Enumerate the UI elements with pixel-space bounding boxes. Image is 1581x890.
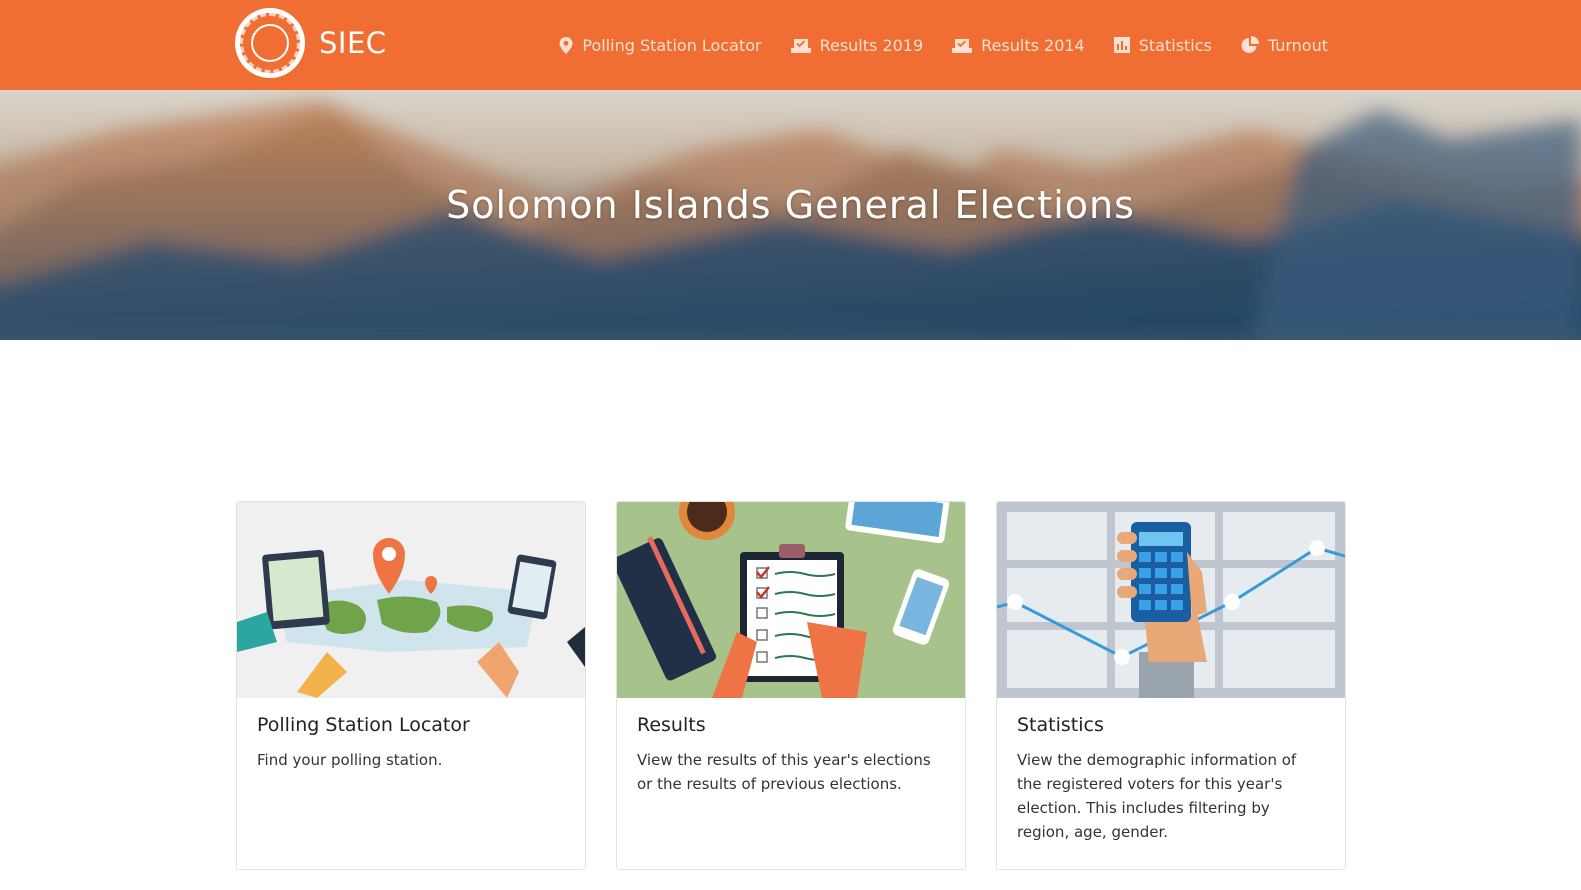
card-text: View the demographic information of the … (1017, 751, 1297, 841)
brand-home-link[interactable]: SIEC (235, 8, 387, 78)
nav-results-2019[interactable]: Results 2019 (790, 35, 924, 55)
card-text: Find your polling station. (257, 751, 443, 769)
siec-logo (235, 8, 305, 78)
map-marker-icon (559, 36, 573, 54)
calculator-graph-illustration (997, 502, 1345, 698)
nav-label: Results 2019 (819, 35, 924, 55)
card-title: Statistics (1017, 714, 1104, 736)
card-text: View the results of this year's election… (637, 751, 931, 793)
brand-name: SIEC (319, 26, 387, 60)
card-polling-station-locator[interactable]: Polling Station Locator Find your pollin… (236, 501, 586, 870)
world-map-illustration (237, 502, 585, 698)
pie-chart-icon (1241, 36, 1259, 53)
nav-label: Statistics (1138, 35, 1212, 55)
ballot-box-icon (790, 39, 811, 53)
nav-turnout[interactable]: Turnout (1241, 36, 1328, 55)
nav-label: Results 2014 (981, 35, 1085, 55)
card-statistics[interactable]: Statistics View the demographic informat… (996, 501, 1346, 870)
bar-chart-icon (1113, 37, 1130, 53)
main-nav: Polling Station Locator Results 2019 Res… (530, 0, 1328, 90)
hero-banner: Solomon Islands General Elections (0, 90, 1581, 340)
nav-label: Turnout (1267, 35, 1328, 55)
ballot-box-icon (952, 39, 973, 53)
nav-results-2014[interactable]: Results 2014 (952, 36, 1085, 55)
card-title: Results (637, 714, 706, 736)
nav-statistics[interactable]: Statistics (1113, 35, 1212, 55)
nav-polling-station-locator[interactable]: Polling Station Locator (559, 35, 762, 55)
top-navbar: SIEC Polling Station Locator Results 201… (0, 0, 1581, 90)
hero-title: Solomon Islands General Elections (446, 183, 1135, 227)
clipboard-checklist-illustration (617, 502, 965, 698)
nav-label: Polling Station Locator (582, 35, 762, 55)
card-title: Polling Station Locator (257, 714, 470, 736)
card-results[interactable]: Results View the results of this year's … (616, 501, 966, 870)
